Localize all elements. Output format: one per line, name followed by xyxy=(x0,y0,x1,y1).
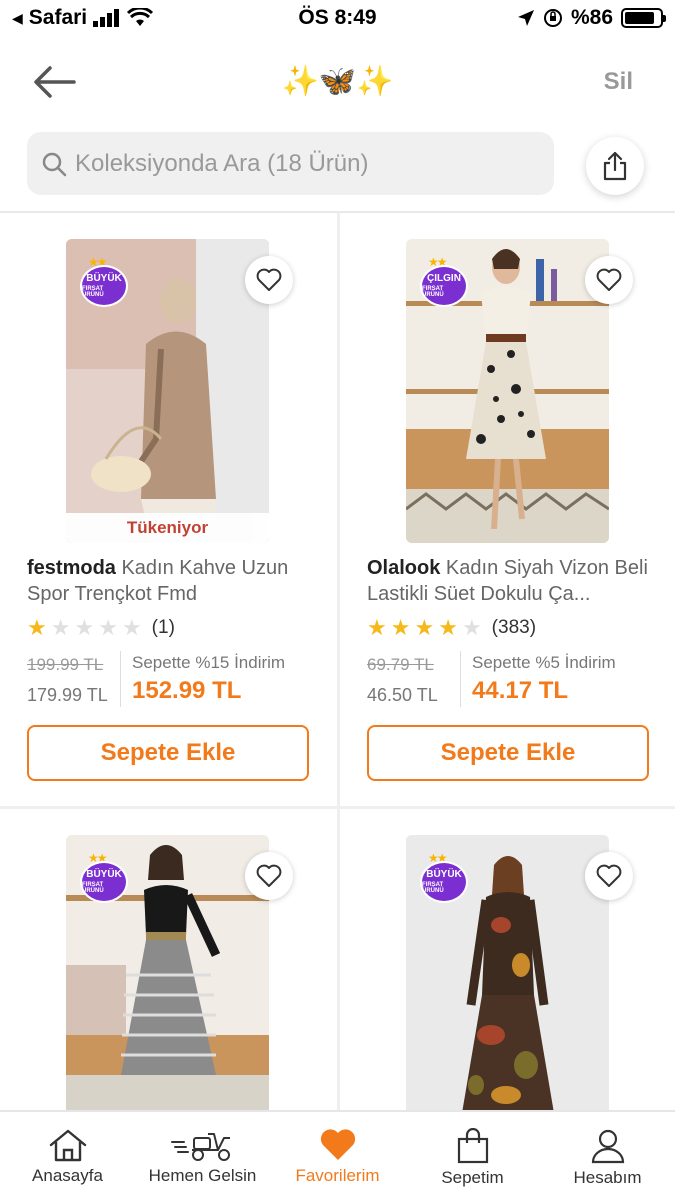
deal-badge: ★★ ÇILGIN FIRSAT ÜRÜNÜ xyxy=(418,255,470,307)
star-empty-icon: ★ xyxy=(50,615,71,640)
star-filled-icon: ★ xyxy=(390,615,411,640)
favorite-button[interactable] xyxy=(245,852,293,900)
sale-price: 46.50 TL xyxy=(367,685,438,705)
tab-label: Sepetim xyxy=(441,1168,504,1187)
badge-title: BÜYÜK xyxy=(86,273,122,284)
favorite-button[interactable] xyxy=(585,256,633,304)
tab-label: Anasayfa xyxy=(32,1166,103,1185)
product-title[interactable]: festmoda Kadın Kahve Uzun Spor Trençkot … xyxy=(27,555,317,607)
badge-subtitle: FIRSAT ÜRÜNÜ xyxy=(82,882,104,894)
badge-subtitle: FIRSAT ÜRÜNÜ xyxy=(422,882,444,894)
product-title[interactable]: Olalook Kadın Siyah Vizon Beli Lastikli … xyxy=(367,555,657,607)
basket-discount: Sepette %15 İndirim xyxy=(132,653,286,672)
top-nav: ✨🦋✨ Sil xyxy=(0,52,675,114)
add-to-cart-button[interactable]: Sepete Ekle xyxy=(27,725,309,781)
star-empty-icon: ★ xyxy=(121,615,142,640)
orientation-lock-icon xyxy=(543,9,562,27)
deal-badge: ★★ BÜYÜK FIRSAT ÜRÜNÜ xyxy=(78,851,130,903)
price-separator xyxy=(460,651,461,707)
deal-badge: ★★ BÜYÜK FIRSAT ÜRÜNÜ xyxy=(78,255,130,307)
user-icon xyxy=(591,1129,624,1164)
location-icon xyxy=(517,10,534,26)
price-separator xyxy=(120,651,121,707)
product-rating: ★ ★ ★ ★ ★ (1) xyxy=(27,617,175,639)
favorite-button[interactable] xyxy=(245,256,293,304)
original-price: 199.99 TL xyxy=(27,655,104,674)
product-card[interactable]: ★★ BÜYÜK FIRSAT ÜRÜNÜ xyxy=(340,809,675,1110)
share-button[interactable] xyxy=(586,137,644,195)
stock-label: Tükeniyor xyxy=(66,513,269,543)
star-empty-icon: ★ xyxy=(98,615,118,640)
collection-title: ✨🦋✨ xyxy=(281,65,394,98)
search-input[interactable] xyxy=(75,149,515,178)
badge-title: BÜYÜK xyxy=(426,869,462,880)
back-arrow-icon[interactable] xyxy=(30,62,78,102)
signal-icon xyxy=(93,9,120,27)
search-bar[interactable] xyxy=(27,132,554,195)
badge-subtitle: FIRSAT ÜRÜNÜ xyxy=(422,286,444,298)
favorite-button[interactable] xyxy=(585,852,633,900)
product-card[interactable]: ★★ ÇILGIN FIRSAT ÜRÜNÜ Olalook Kadın Siy… xyxy=(340,213,675,806)
back-triangle-icon: ◀ xyxy=(12,9,23,26)
review-count: (1) xyxy=(151,617,175,638)
star-filled-icon: ★ xyxy=(27,615,47,640)
tab-label: Hesabım xyxy=(573,1168,642,1187)
tab-home[interactable]: Anasayfa xyxy=(0,1112,135,1200)
product-image[interactable]: ★★ BÜYÜK FIRSAT ÜRÜNÜ Tükeniyor xyxy=(66,239,269,543)
heart-outline-icon xyxy=(596,268,622,291)
star-filled-icon: ★ xyxy=(438,615,458,640)
sale-price: 179.99 TL xyxy=(27,685,108,705)
product-card[interactable]: ★★ BÜYÜK FIRSAT ÜRÜNÜ xyxy=(0,809,337,1110)
delete-button[interactable]: Sil xyxy=(604,68,633,96)
tab-quick-delivery[interactable]: Hemen Gelsin xyxy=(135,1112,270,1200)
product-image[interactable]: ★★ ÇILGIN FIRSAT ÜRÜNÜ xyxy=(406,239,609,543)
add-to-cart-button[interactable]: Sepete Ekle xyxy=(367,725,649,781)
battery-icon xyxy=(621,8,666,28)
star-empty-icon: ★ xyxy=(461,615,482,640)
original-price: 69.79 TL xyxy=(367,655,434,674)
battery-percent: %86 xyxy=(570,6,613,29)
product-brand: festmoda xyxy=(27,557,116,579)
scooter-icon xyxy=(170,1133,230,1161)
product-image[interactable]: ★★ BÜYÜK FIRSAT ÜRÜNÜ xyxy=(66,835,269,1110)
badge-title: BÜYÜK xyxy=(86,869,122,880)
heart-icon xyxy=(320,1129,355,1160)
badge-title: ÇILGIN xyxy=(427,273,461,284)
product-rating: ★ ★ ★ ★ ★ (383) xyxy=(367,617,536,639)
product-image[interactable]: ★★ BÜYÜK FIRSAT ÜRÜNÜ xyxy=(406,835,609,1110)
tab-label: Favorilerim xyxy=(295,1166,380,1185)
star-empty-icon: ★ xyxy=(74,615,95,640)
basket-price: 44.17 TL xyxy=(472,677,569,704)
badge-subtitle: FIRSAT ÜRÜNÜ xyxy=(82,286,104,298)
home-icon xyxy=(49,1129,86,1162)
bag-icon xyxy=(457,1128,488,1164)
heart-outline-icon xyxy=(256,864,282,887)
product-card[interactable]: ★★ BÜYÜK FIRSAT ÜRÜNÜ Tükeniyor festmoda… xyxy=(0,213,337,806)
tab-label: Hemen Gelsin xyxy=(148,1166,257,1185)
back-app-label: Safari xyxy=(28,6,88,29)
wifi-icon xyxy=(127,8,154,26)
tab-favorites[interactable]: Favorilerim xyxy=(270,1112,405,1200)
status-bar: ◀ Safari ÖS 8:49 %86 xyxy=(0,0,675,38)
bottom-tab-bar: Anasayfa Hemen Gelsin Favorilerim Sepeti… xyxy=(0,1110,675,1200)
star-filled-icon: ★ xyxy=(414,615,435,640)
product-brand: Olalook xyxy=(367,557,441,579)
deal-badge: ★★ BÜYÜK FIRSAT ÜRÜNÜ xyxy=(418,851,470,903)
heart-outline-icon xyxy=(256,268,282,291)
tab-cart[interactable]: Sepetim xyxy=(405,1112,540,1200)
search-icon xyxy=(42,152,67,176)
heart-outline-icon xyxy=(596,864,622,887)
basket-discount: Sepette %5 İndirim xyxy=(472,653,616,672)
review-count: (383) xyxy=(491,617,537,638)
star-filled-icon: ★ xyxy=(367,615,387,640)
back-to-app[interactable]: ◀ Safari xyxy=(12,6,154,30)
basket-price: 152.99 TL xyxy=(132,677,242,704)
share-icon xyxy=(603,151,627,181)
tab-account[interactable]: Hesabım xyxy=(540,1112,675,1200)
